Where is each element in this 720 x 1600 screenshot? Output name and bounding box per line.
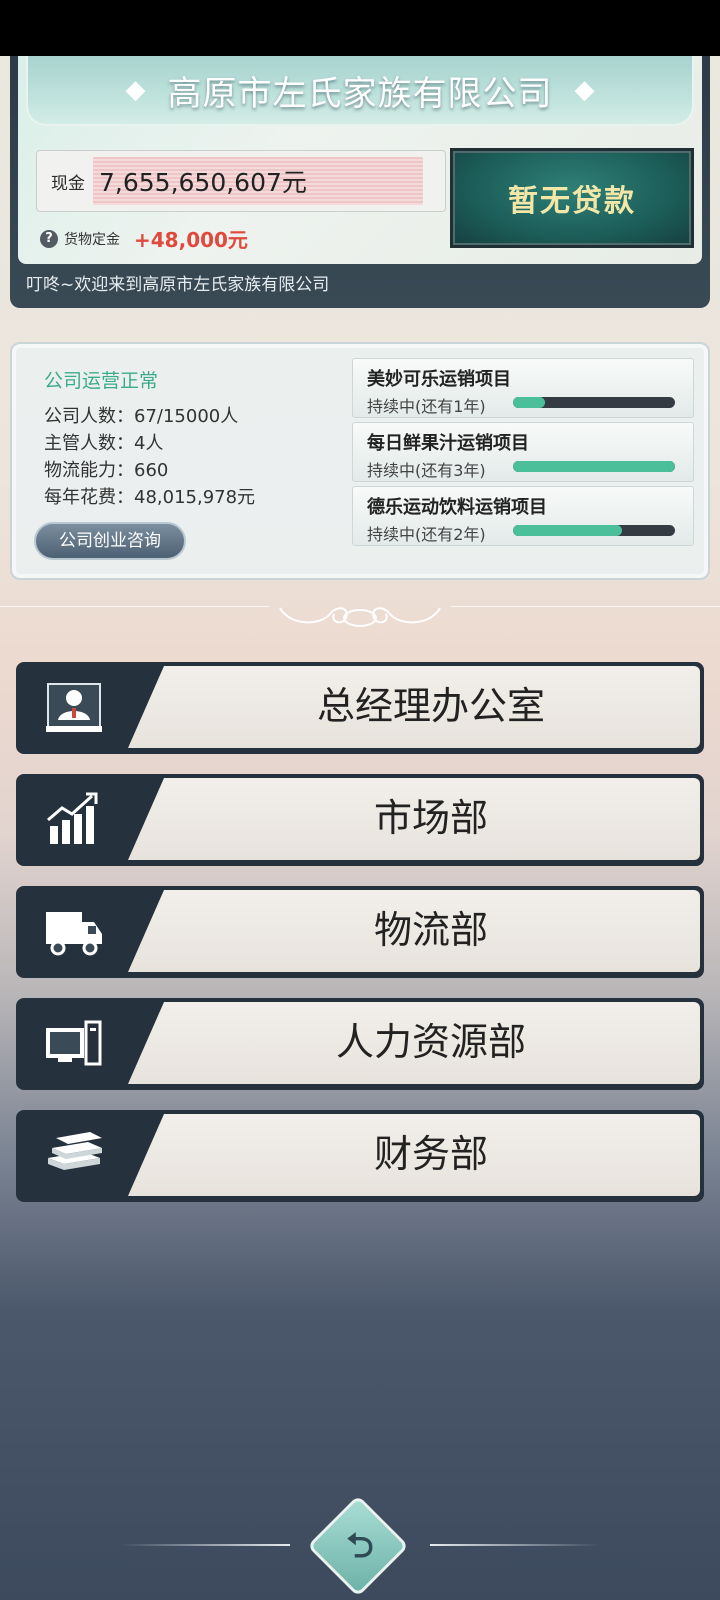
stat-employees: 公司人数：67/15000人 [44, 406, 239, 427]
project-progress-bar [513, 397, 675, 408]
project-name: 德乐运动饮料运销项目 [367, 497, 547, 518]
header-panel: ◆ 高原市左氏家族有限公司 ◆ 现金 7,655,650,607元 ? 货物定金… [18, 56, 702, 264]
diamond-icon: ◆ [574, 75, 595, 105]
project-card[interactable]: 德乐运动饮料运销项目 持续中(还有2年) [352, 486, 694, 546]
progress-fill [513, 461, 675, 472]
cash-display: 现金 7,655,650,607元 [36, 150, 446, 212]
project-progress-bar [513, 461, 675, 472]
divider-line [450, 606, 720, 607]
dept-label: 财务部 [373, 1132, 488, 1176]
dept-button-human-resources[interactable]: 人力资源部 [16, 998, 704, 1090]
dept-label: 人力资源部 [335, 1020, 526, 1064]
dept-button-logistics[interactable]: 物流部 [16, 886, 704, 978]
stat-logistics: 物流能力：660 [44, 460, 169, 481]
diamond-icon: ◆ [125, 75, 146, 105]
deposit-label: 货物定金 [64, 231, 120, 248]
project-status: 持续中(还有3年) [367, 461, 486, 480]
computer-icon [46, 1020, 102, 1066]
truck-icon [46, 912, 102, 956]
dept-button-finance[interactable]: 财务部 [16, 1110, 704, 1202]
operation-status: 公司运营正常 [44, 370, 159, 392]
ornament-flourish [279, 607, 441, 627]
progress-fill [513, 397, 546, 408]
dept-label: 总经理办公室 [316, 684, 545, 728]
cash-value: 7,655,650,607元 [93, 157, 423, 205]
manager-office-icon [46, 683, 102, 732]
stat-annual-cost: 每年花费：48,015,978元 [44, 487, 256, 508]
project-name: 每日鲜果汁运销项目 [367, 433, 529, 454]
company-title: 高原市左氏家族有限公司 [167, 73, 553, 114]
stat-managers: 主管人数：4人 [44, 433, 164, 454]
dept-button-marketing[interactable]: 市场部 [16, 774, 704, 866]
dept-button-general-manager[interactable]: 总经理办公室 [16, 662, 704, 754]
title-banner: ◆ 高原市左氏家族有限公司 ◆ [26, 56, 694, 126]
deposit-row: ? 货物定金 +48,000元 [40, 224, 248, 253]
consult-button[interactable]: 公司创业咨询 [34, 522, 186, 560]
cash-label: 现金 [51, 173, 85, 194]
dept-label: 市场部 [373, 796, 488, 840]
project-card[interactable]: 每日鲜果汁运销项目 持续中(还有3年) [352, 422, 694, 482]
welcome-message: 叮咚~欢迎来到高原市左氏家族有限公司 [26, 275, 330, 295]
cash-stack-icon [48, 1132, 102, 1170]
back-nav: ⮌ [0, 1495, 720, 1597]
decor-line [120, 1544, 290, 1546]
loan-button-label: 暂无贷款 [508, 184, 636, 219]
company-header: ◆ 高原市左氏家族有限公司 ◆ 现金 7,655,650,607元 ? 货物定金… [10, 56, 710, 308]
deposit-value: +48,000元 [134, 228, 248, 252]
decor-line [430, 1544, 600, 1546]
return-arrow-icon: ⮌ [346, 1526, 374, 1566]
status-bar [0, 0, 720, 56]
help-icon[interactable]: ? [40, 229, 58, 248]
growth-chart-icon [47, 792, 98, 844]
loan-button[interactable]: 暂无贷款 [450, 148, 694, 248]
project-name: 美妙可乐运销项目 [367, 369, 511, 390]
project-status: 持续中(还有2年) [367, 525, 486, 544]
project-card[interactable]: 美妙可乐运销项目 持续中(还有1年) [352, 358, 694, 418]
progress-fill [513, 525, 622, 536]
project-progress-bar [513, 525, 675, 536]
project-status: 持续中(还有1年) [367, 397, 486, 416]
operations-panel: 公司运营正常 公司人数：67/15000人 主管人数：4人 物流能力：660 每… [10, 342, 710, 580]
dept-label: 物流部 [373, 908, 488, 952]
divider-line [0, 606, 270, 607]
